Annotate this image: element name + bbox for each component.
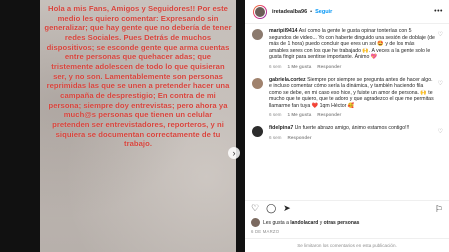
heart-icon[interactable]: ♡ (438, 31, 443, 38)
share-icon[interactable]: ➤ (283, 204, 291, 213)
divider (245, 200, 449, 201)
comments-limited-notice: Se limitaron los comentarios en esta pub… (245, 238, 449, 252)
likes-summary: Les gusta a landolacard y otras personas (251, 218, 359, 227)
liker-username[interactable]: landolacard (290, 220, 318, 226)
reply-button[interactable]: Responder (317, 112, 341, 117)
comment-likes[interactable]: 1 Me gusta (288, 64, 312, 69)
comment-text: Un fuerte abrazo amigo, ánimo estamos co… (294, 125, 410, 131)
post-image-text: Hola a mis Fans, Amigos y Seguidores!! P… (44, 4, 232, 149)
comment-username[interactable]: gabriela.cortez (269, 77, 306, 83)
next-slide-icon[interactable]: › (228, 147, 240, 159)
comment-avatar[interactable] (252, 77, 263, 89)
liker-avatar[interactable] (251, 218, 260, 227)
comment-avatar[interactable] (252, 29, 263, 40)
comment-item: maripil9414 Así como la gente le gusta o… (245, 28, 449, 69)
bookmark-icon[interactable]: ⚐ (435, 204, 443, 215)
reply-button[interactable]: Responder (317, 64, 341, 69)
heart-icon[interactable]: ♡ (438, 80, 443, 87)
comment-avatar[interactable] (252, 126, 263, 137)
post-image: Hola a mis Fans, Amigos y Seguidores!! P… (40, 0, 236, 252)
post-side-panel: iretadealba96 • Seguir ••• maripil9414 A… (245, 0, 449, 252)
more-options-icon[interactable]: ••• (434, 8, 443, 15)
others-link[interactable]: otras personas (324, 220, 360, 226)
avatar[interactable] (253, 4, 267, 19)
reply-button[interactable]: Responder (288, 135, 312, 140)
comment-item: gabriela.cortez Siempre por siempre se p… (245, 77, 449, 117)
post-actions: ♡ ◯ ➤ (251, 204, 291, 213)
author-username[interactable]: iretadealba96 (272, 9, 307, 15)
heart-icon[interactable]: ♡ (438, 128, 443, 135)
follow-button[interactable]: Seguir (315, 9, 332, 15)
comments-list: maripil9414 Así como la gente le gusta o… (245, 28, 449, 178)
comment-likes[interactable]: 1 Me gusta (288, 112, 312, 117)
comment-item: fidelpina7 Un fuerte abrazo amigo, ánimo… (245, 125, 449, 140)
comment-username[interactable]: fidelpina7 (269, 125, 293, 131)
comment-icon[interactable]: ◯ (266, 204, 276, 213)
post-date: 6 DE MARZO (251, 229, 280, 234)
comment-username[interactable]: maripil9414 (269, 28, 298, 34)
heart-icon[interactable]: ♡ (251, 204, 259, 213)
post-header: iretadealba96 • Seguir ••• (245, 0, 449, 24)
